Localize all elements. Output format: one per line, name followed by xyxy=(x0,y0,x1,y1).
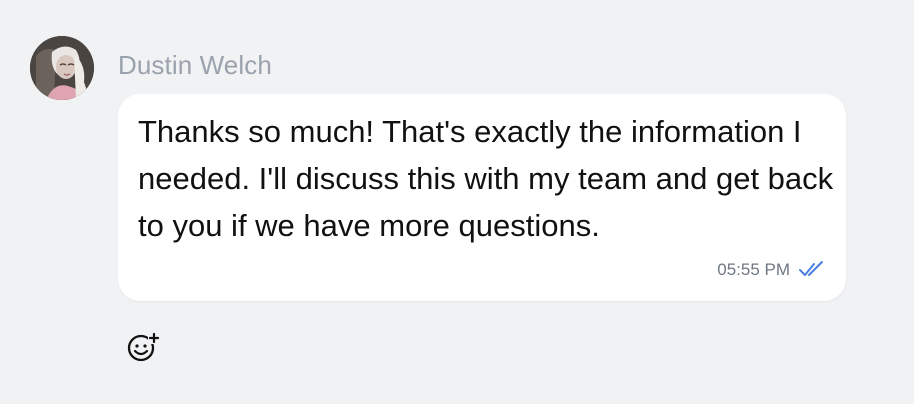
sender-name: Dustin Welch xyxy=(118,50,272,80)
add-reaction-icon[interactable] xyxy=(126,330,160,364)
message-timestamp: 05:55 PM xyxy=(717,260,790,279)
avatar[interactable] xyxy=(30,36,94,100)
avatar-image xyxy=(30,36,94,100)
double-check-icon xyxy=(799,261,823,276)
message-text: Thanks so much! That's exactly the infor… xyxy=(138,114,834,243)
